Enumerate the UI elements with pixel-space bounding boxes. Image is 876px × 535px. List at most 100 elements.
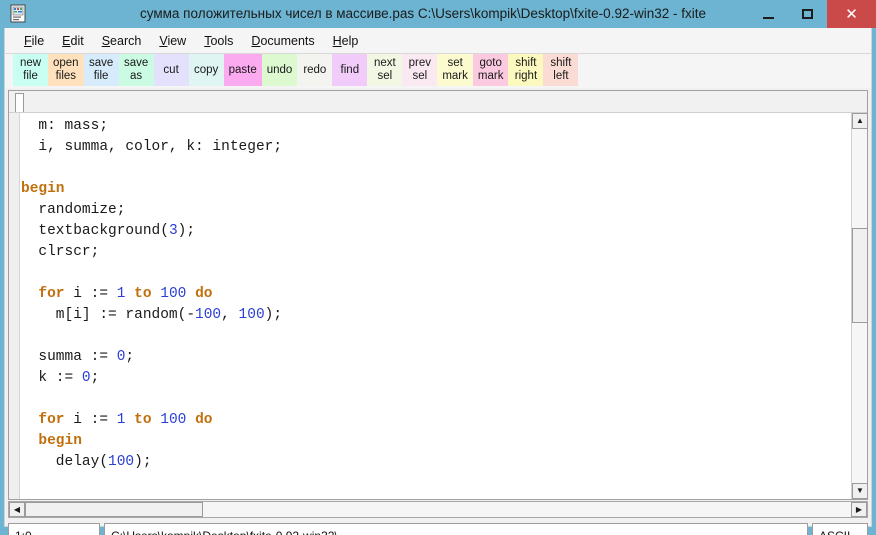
toolbar-button-shift-right[interactable]: shift right [508, 54, 544, 86]
menubar: File Edit Search View Tools Documents Help [5, 28, 871, 54]
code-number: 0 [81, 370, 91, 386]
menu-item-search[interactable]: Search [93, 31, 151, 51]
document-tab-handle[interactable] [15, 93, 24, 112]
scroll-down-button[interactable]: ▼ [852, 483, 868, 499]
code-line: m: mass; [21, 116, 851, 137]
toolbar-button-sublabel: mark [442, 70, 468, 82]
menu-item-view[interactable]: View [150, 31, 195, 51]
document-tabstrip [9, 91, 867, 113]
toolbar-button-label: undo [266, 63, 293, 76]
code-keyword: for [38, 412, 65, 428]
scroll-up-button[interactable]: ▲ [852, 113, 868, 129]
cursor-position-field: 1:0 [8, 523, 100, 535]
toolbar-button-find[interactable]: find [332, 54, 368, 86]
toolbar-button-label: new [19, 57, 42, 69]
toolbar-button-sublabel: file [93, 70, 109, 82]
window-controls: ✕ [749, 0, 876, 28]
vertical-scrollbar[interactable]: ▲ ▼ [851, 113, 868, 499]
code-keyword: do [195, 412, 213, 428]
code-text-area[interactable]: m: mass; i, summa, color, k: integer; be… [21, 113, 851, 499]
toolbar-button-sublabel: file [23, 70, 38, 82]
toolbar-button-open-files[interactable]: open files [48, 54, 84, 86]
toolbar-button-paste[interactable]: paste [223, 54, 262, 86]
toolbar-button-sublabel: left [553, 70, 569, 82]
close-button[interactable]: ✕ [827, 0, 876, 28]
maximize-icon [802, 9, 813, 19]
editor-gutter [9, 113, 20, 499]
code-text: textbackground( [21, 223, 169, 239]
menu-item-tools[interactable]: Tools [195, 31, 242, 51]
vertical-scroll-thumb[interactable] [852, 228, 868, 323]
code-text: i, summa, color, k: integer; [21, 139, 283, 155]
code-number: 100 [195, 307, 222, 323]
toolbar-button-sublabel: as [130, 70, 143, 82]
minimize-button[interactable] [749, 0, 788, 28]
horizontal-scrollbar[interactable]: ◀ ▶ [8, 501, 868, 518]
menu-item-file[interactable]: File [15, 31, 53, 51]
toolbar-button-label: paste [228, 63, 257, 76]
code-text: delay( [21, 454, 109, 470]
application-window: сумма положительных чисел в массиве.pas … [0, 0, 876, 535]
menu-item-edit[interactable]: Edit [53, 31, 93, 51]
code-text: randomize; [21, 202, 126, 218]
toolbar-button-prev-sel[interactable]: prev sel [402, 54, 438, 86]
code-text: m[i] := random(- [21, 307, 196, 323]
close-icon: ✕ [845, 5, 858, 23]
toolbar-button-redo[interactable]: redo [297, 54, 333, 86]
toolbar-button-sublabel: sel [412, 70, 428, 82]
toolbar-button-label: next [373, 57, 396, 69]
code-keyword: to [134, 286, 152, 302]
toolbar-button-label: copy [193, 63, 219, 76]
editor-pane: m: mass; i, summa, color, k: integer; be… [8, 90, 868, 500]
toolbar-button-set-mark[interactable]: set mark [437, 54, 473, 86]
code-line: summa := 0; [21, 347, 851, 368]
horizontal-scroll-thumb[interactable] [25, 502, 203, 517]
code-text: ); [177, 223, 196, 239]
code-number: 3 [168, 223, 178, 239]
toolbar-button-sublabel: sel [377, 70, 393, 82]
code-keyword: for [38, 286, 65, 302]
scroll-left-button[interactable]: ◀ [9, 502, 25, 517]
menu-item-documents[interactable]: Documents [242, 31, 323, 51]
toolbar-button-save-file[interactable]: save file [83, 54, 119, 86]
toolbar-button-undo[interactable]: undo [261, 54, 298, 86]
code-text: m: mass; [21, 118, 109, 134]
toolbar-button-goto-mark[interactable]: goto mark [472, 54, 509, 86]
encoding-field: ASCII [812, 523, 868, 535]
toolbar-button-label: save [123, 57, 149, 69]
toolbar: new file open files save file save as cut copy pas… [5, 54, 871, 88]
code-text: ); [264, 307, 283, 323]
toolbar-button-save-as[interactable]: save as [118, 54, 154, 86]
toolbar-button-cut[interactable]: cut [153, 54, 189, 86]
code-number: 100 [160, 412, 187, 428]
code-line: i, summa, color, k: integer; [21, 137, 851, 158]
titlebar: сумма положительных чисел в массиве.pas … [0, 0, 876, 28]
toolbar-button-new-file[interactable]: new file [13, 54, 48, 86]
toolbar-button-copy[interactable]: copy [188, 54, 224, 86]
toolbar-button-label: goto [479, 57, 502, 69]
toolbar-button-label: redo [303, 63, 327, 76]
code-line: delay(100); [21, 452, 851, 473]
code-line: clrscr; [21, 242, 851, 263]
code-number: 100 [160, 286, 187, 302]
code-keyword: begin [38, 433, 82, 449]
scroll-right-button[interactable]: ▶ [851, 502, 867, 517]
code-text: i := [64, 286, 117, 302]
code-line: m[i] := random(-100, 100); [21, 305, 851, 326]
maximize-button[interactable] [788, 0, 827, 28]
minimize-icon [763, 16, 774, 19]
code-line: begin [21, 431, 851, 452]
statusbar: 1:0 C:\Users\kompik\Desktop\fxite-0.92-w… [8, 523, 868, 535]
code-text: summa := [21, 349, 117, 365]
toolbar-button-shift-left[interactable]: shift left [543, 54, 579, 86]
toolbar-button-label: set [447, 57, 463, 69]
toolbar-button-next-sel[interactable]: next sel [367, 54, 403, 86]
menu-item-help[interactable]: Help [324, 31, 368, 51]
